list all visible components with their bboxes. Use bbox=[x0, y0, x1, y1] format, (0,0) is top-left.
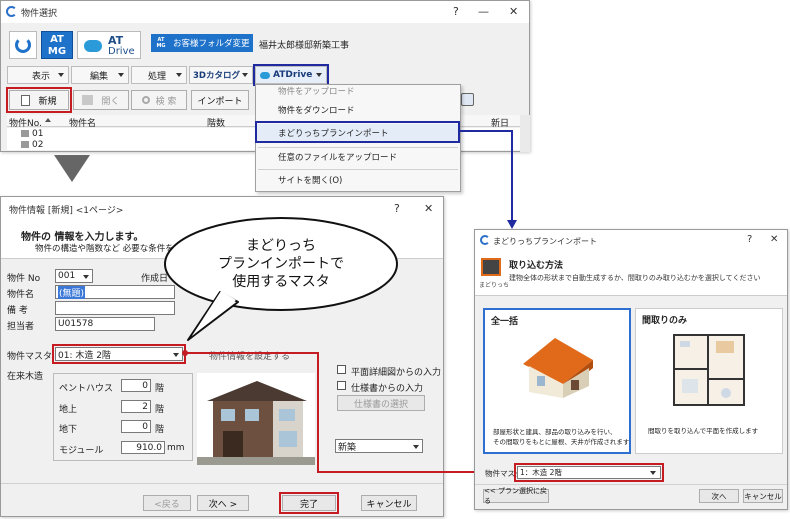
import-header: まどりっち 取り込む方法 建物全体の形状まで自動生成するか、間取りのみ取り込むか… bbox=[475, 252, 787, 296]
close-button[interactable]: ✕ bbox=[770, 234, 778, 245]
import-description: 建物全体の形状まで自動生成するか、間取りのみ取り込むかを選択してください bbox=[509, 274, 761, 282]
back-to-plan-select-button[interactable]: << プラン選択に戻る bbox=[483, 487, 549, 505]
floor-plan-icon bbox=[673, 334, 745, 406]
next-button[interactable]: 次へ bbox=[699, 489, 739, 503]
help-button[interactable]: ? bbox=[747, 234, 752, 245]
house-3d-icon bbox=[523, 338, 593, 398]
titlebar: まどりっちプランインポート ? ✕ bbox=[475, 230, 787, 252]
madoricchi-icon bbox=[481, 258, 501, 276]
window-title: まどりっちプランインポート bbox=[493, 236, 597, 246]
footer-divider bbox=[475, 484, 787, 485]
import-heading: 取り込む方法 bbox=[509, 261, 564, 271]
option-floor-plan-only[interactable]: 間取りのみ 間取りを取り込んで平面を作成します bbox=[635, 308, 783, 454]
app-icon bbox=[480, 235, 490, 245]
madoricchi-import-window: まどりっちプランインポート ? ✕ まどりっち 取り込む方法 建物全体の形状まで… bbox=[474, 229, 788, 510]
option-full-import[interactable]: 全一括 部屋形状と建具、部品の取り込みを行い、 その間取りをもとに屋根、天井が作… bbox=[483, 308, 631, 454]
cancel-button[interactable]: キャンセル bbox=[743, 489, 783, 503]
import-master-highlight bbox=[514, 463, 664, 482]
